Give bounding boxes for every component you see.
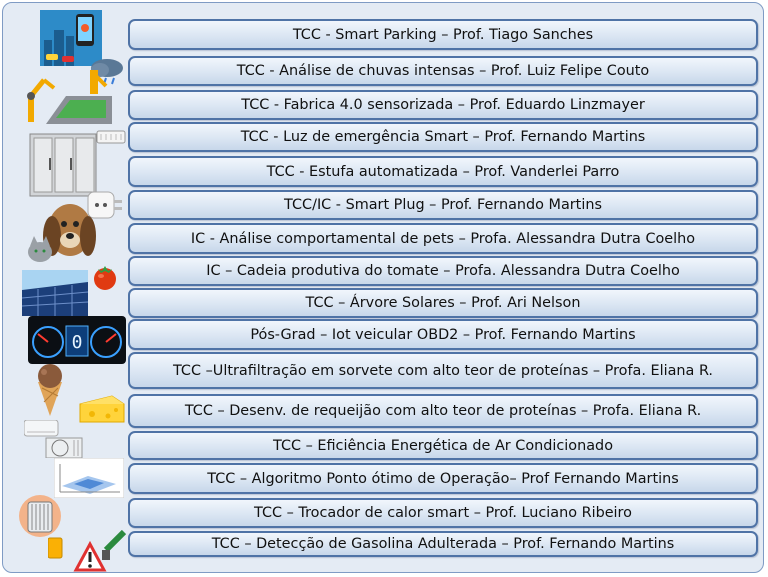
project-item-fabrica[interactable]: TCC - Fabrica 4.0 sensorizada – Prof. Ed… (128, 90, 758, 120)
project-item-label: TCC - Análise de chuvas intensas – Prof.… (236, 63, 650, 79)
project-item-label: TCC – Eficiência Energética de Ar Condic… (273, 437, 613, 454)
project-item-smart-parking[interactable]: TCC - Smart Parking – Prof. Tiago Sanche… (128, 19, 758, 50)
optimization-plot-image (54, 458, 124, 498)
air-conditioner-image (24, 420, 83, 458)
project-item-luz-emergencia[interactable]: TCC - Luz de emergência Smart – Prof. Fe… (128, 122, 758, 152)
project-item-arvore-solares[interactable]: TCC – Árvore Solares – Prof. Ari Nelson (128, 288, 758, 318)
project-item-label: TCC – Algoritmo Ponto ótimo de Operação–… (207, 470, 679, 487)
project-item-chuvas[interactable]: TCC - Análise de chuvas intensas – Prof.… (128, 56, 758, 86)
project-item-label: Pós-Grad – Iot veicular OBD2 – Prof. Fer… (250, 326, 636, 343)
car-dashboard-image: 0 (28, 316, 126, 364)
project-item-requeijao[interactable]: TCC – Desenv. de requeijão com alto teor… (128, 394, 758, 428)
project-item-label: TCC – Detecção de Gasolina Adulterada – … (211, 536, 675, 552)
project-item-estufa[interactable]: TCC - Estufa automatizada – Prof. Vander… (128, 156, 758, 187)
project-item-algoritmo[interactable]: TCC – Algoritmo Ponto ótimo de Operação–… (128, 463, 758, 494)
project-item-trocador[interactable]: TCC – Trocador de calor smart – Prof. Lu… (128, 498, 758, 528)
project-item-obd2[interactable]: Pós-Grad – Iot veicular OBD2 – Prof. Fer… (128, 319, 758, 350)
project-item-label: TCC - Luz de emergência Smart – Prof. Fe… (240, 129, 646, 145)
project-item-tomate[interactable]: IC – Cadeia produtiva do tomate – Profa.… (128, 256, 758, 286)
project-item-sorvete[interactable]: TCC –Ultrafiltração em sorvete com alto … (128, 352, 758, 389)
project-item-label: TCC - Estufa automatizada – Prof. Vander… (266, 163, 620, 180)
project-item-label: TCC – Desenv. de requeijão com alto teor… (184, 403, 702, 419)
tomato-image (94, 266, 116, 290)
cheese-image (79, 395, 125, 423)
speed-digit: 0 (72, 332, 83, 353)
project-item-pets[interactable]: IC - Análise comportamental de pets – Pr… (128, 223, 758, 254)
solar-panels-image (22, 270, 88, 316)
factory-robot-image (27, 70, 112, 124)
project-item-label: TCC - Smart Parking – Prof. Tiago Sanche… (292, 26, 594, 43)
project-item-label: TCC – Trocador de calor smart – Prof. Lu… (254, 505, 632, 521)
project-item-label: TCC - Fabrica 4.0 sensorizada – Prof. Ed… (241, 97, 645, 113)
project-item-smart-plug[interactable]: TCC/IC - Smart Plug – Prof. Fernando Mar… (128, 190, 758, 220)
project-item-label: TCC – Árvore Solares – Prof. Ari Nelson (305, 295, 581, 311)
project-item-ar-condicionado[interactable]: TCC – Eficiência Energética de Ar Condic… (128, 431, 758, 460)
project-item-label: IC - Análise comportamental de pets – Pr… (190, 230, 696, 247)
project-item-gasolina[interactable]: TCC – Detecção de Gasolina Adulterada – … (128, 531, 758, 557)
project-item-label: TCC/IC - Smart Plug – Prof. Fernando Mar… (284, 197, 602, 213)
emergency-light-image (96, 130, 126, 144)
gasoline-warning-image (48, 530, 126, 572)
pets-image (28, 204, 96, 262)
ice-cream-image (38, 364, 62, 416)
project-item-label: IC – Cadeia produtiva do tomate – Profa.… (206, 263, 680, 279)
project-item-label: TCC –Ultrafiltração em sorvete com alto … (172, 362, 714, 379)
